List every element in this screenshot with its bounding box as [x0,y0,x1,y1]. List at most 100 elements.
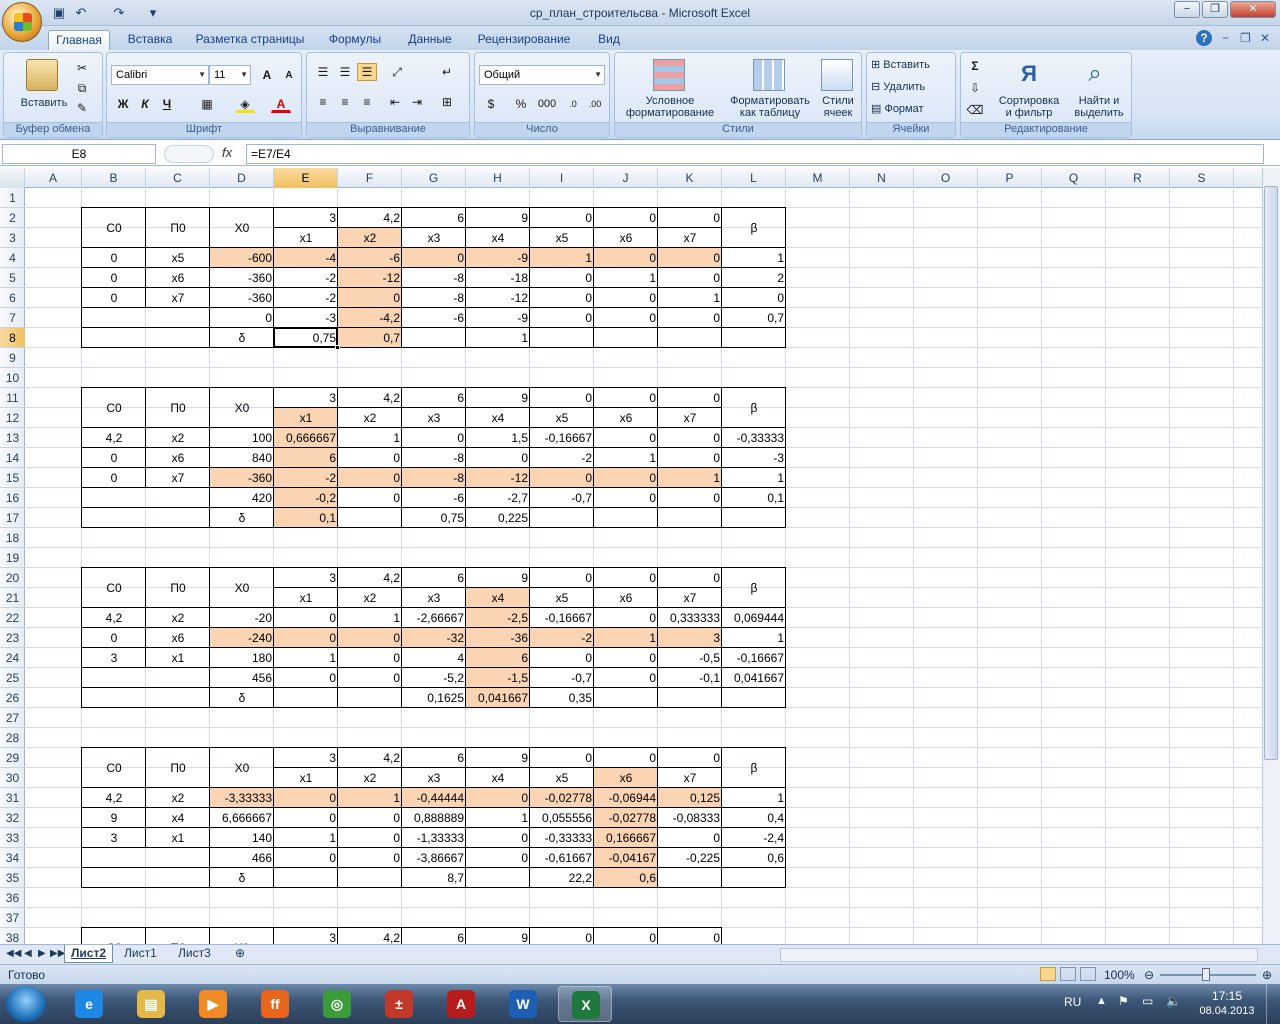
cost-coefficient[interactable]: 0 [594,748,658,768]
column-header-a[interactable]: A [25,168,82,188]
coefficient-cell[interactable]: 0 [594,288,658,308]
coefficient-cell[interactable]: 0 [338,288,402,308]
decrease-indent-icon[interactable]: ⇤ [385,93,405,111]
reduced-cost-cell[interactable]: -0,225 [658,848,722,868]
coefficient-cell[interactable]: -2,5 [466,608,530,628]
first-sheet-icon[interactable]: ◀◀ [6,948,21,959]
variable-header[interactable]: x6 [594,588,658,608]
row-header-14[interactable]: 14 [0,448,25,468]
beta-cell[interactable]: 0,7 [722,308,786,328]
objective-value[interactable]: 0 [210,308,274,328]
basis-cost[interactable]: 0 [82,448,146,468]
coefficient-cell[interactable]: -0,5 [658,648,722,668]
variable-header[interactable]: x6 [594,768,658,788]
increase-indent-icon[interactable]: ⇥ [407,93,427,111]
decrease-decimal-icon[interactable]: .00 [585,95,605,113]
cost-coefficient[interactable]: 4,2 [338,748,402,768]
help-icon[interactable]: ? [1196,30,1212,46]
coefficient-cell[interactable]: 0,333333 [658,608,722,628]
cost-coefficient[interactable]: 0 [530,568,594,588]
column-header-m[interactable]: M [786,168,850,188]
align-middle-icon[interactable]: ☰ [335,63,355,81]
beta-cell[interactable]: 1 [722,468,786,488]
variable-header[interactable]: x1 [274,588,338,608]
row-header-22[interactable]: 22 [0,608,25,628]
coefficient-cell[interactable]: 0 [658,828,722,848]
basis-cost[interactable]: 3 [82,648,146,668]
coefficient-cell[interactable]: 0 [402,428,466,448]
coefficient-cell[interactable]: -12 [466,468,530,488]
row-header-38[interactable]: 38 [0,928,25,944]
variable-header[interactable]: x7 [658,768,722,788]
cost-coefficient[interactable]: 4,2 [338,388,402,408]
coefficient-cell[interactable]: -0,16667 [530,608,594,628]
row-header-20[interactable]: 20 [0,568,25,588]
taskbar-button[interactable]: X [558,986,612,1022]
row-header-15[interactable]: 15 [0,468,25,488]
network-icon[interactable]: ▭ [1142,994,1153,1008]
align-right-icon[interactable]: ≡ [357,93,377,111]
row-header-23[interactable]: 23 [0,628,25,648]
coefficient-cell[interactable]: -9 [466,248,530,268]
objective-value[interactable]: 466 [210,848,274,868]
basis-variable[interactable]: x7 [146,468,210,488]
delta-cell[interactable]: 0,1 [274,508,338,528]
coefficient-cell[interactable]: 1 [338,788,402,808]
reduced-cost-cell[interactable]: -0,7 [530,488,594,508]
coefficient-cell[interactable]: 0 [530,288,594,308]
coefficient-cell[interactable]: 0 [338,648,402,668]
cost-coefficient[interactable]: 0 [594,208,658,228]
row-header-28[interactable]: 28 [0,728,25,748]
row-header-16[interactable]: 16 [0,488,25,508]
select-all-button[interactable] [0,168,25,188]
coefficient-cell[interactable]: 0,666667 [274,428,338,448]
delta-cell[interactable]: 0,225 [466,508,530,528]
tab-formulas[interactable]: Формулы [322,30,388,50]
basis-variable[interactable]: x1 [146,828,210,848]
reduced-cost-cell[interactable]: -0,61667 [530,848,594,868]
clock-time[interactable]: 17:15 [1198,989,1256,1003]
row-header-30[interactable]: 30 [0,768,25,788]
row-header-18[interactable]: 18 [0,528,25,548]
coefficient-cell[interactable]: -8 [402,468,466,488]
taskbar-button[interactable]: ± [372,986,426,1022]
tab-review[interactable]: Рецензирование [472,30,576,50]
coefficient-cell[interactable]: 1 [658,468,722,488]
coefficient-cell[interactable]: 0,166667 [594,828,658,848]
coefficient-cell[interactable]: 0 [530,648,594,668]
cost-coefficient[interactable]: 0 [658,208,722,228]
delta-cell[interactable]: 0,6 [594,868,658,888]
row-header-1[interactable]: 1 [0,188,25,208]
variable-header[interactable]: x1 [274,408,338,428]
delta-cell[interactable]: 1 [466,328,530,348]
minimize-button[interactable]: − [1174,1,1200,18]
variable-header[interactable]: x7 [658,408,722,428]
align-center-icon[interactable]: ≡ [335,93,355,111]
basis-cost[interactable]: 0 [82,248,146,268]
basis-variable[interactable]: x2 [146,608,210,628]
cost-coefficient[interactable]: 0 [658,568,722,588]
beta-cell[interactable]: -2,4 [722,828,786,848]
next-sheet-icon[interactable]: ▶ [38,948,46,959]
basis-value[interactable]: -600 [210,248,274,268]
beta-cell[interactable]: 0,041667 [722,668,786,688]
variable-header[interactable]: x7 [658,228,722,248]
coefficient-cell[interactable]: 0 [338,628,402,648]
coefficient-cell[interactable]: 6 [274,448,338,468]
variable-header[interactable]: x2 [338,228,402,248]
taskbar-button[interactable]: ff [248,986,302,1022]
coefficient-cell[interactable]: 0 [594,248,658,268]
delta-cell[interactable]: 0,7 [338,328,402,348]
coefficient-cell[interactable]: -36 [466,628,530,648]
coefficient-cell[interactable]: 1 [594,628,658,648]
cost-coefficient[interactable]: 6 [402,928,466,944]
delta-label[interactable]: δ [210,868,274,888]
beta-cell[interactable]: 1 [722,788,786,808]
basis-variable[interactable]: x6 [146,628,210,648]
basis-value[interactable]: 6,666667 [210,808,274,828]
conditional-format-button[interactable]: Условное форматирование [617,95,723,119]
row-header-21[interactable]: 21 [0,588,25,608]
column-header-r[interactable]: R [1106,168,1170,188]
coefficient-cell[interactable]: -8 [402,448,466,468]
name-box[interactable]: E8 [2,144,156,164]
